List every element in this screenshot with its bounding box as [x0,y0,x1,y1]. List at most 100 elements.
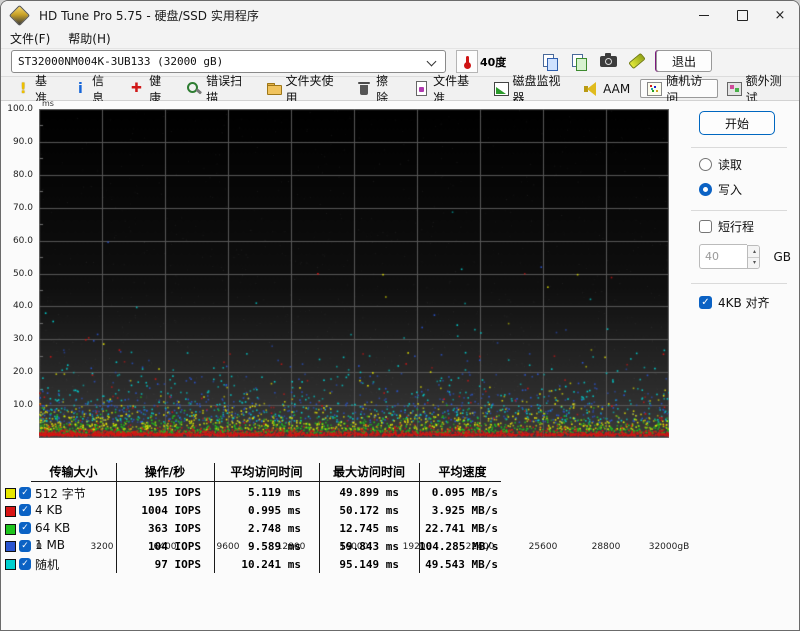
capacity-input[interactable] [699,244,747,269]
camera-icon [599,52,617,67]
series-checkbox[interactable]: ✓ [19,504,31,517]
table-row: ✓ 随机 97 IOPS 10.241 ms 95.149 ms 49.543 … [1,555,506,573]
avg-speed-value: 3.925 MB/s [431,504,498,518]
access-time-scatter-plot [39,109,669,438]
copy-color-icon [572,53,587,71]
col-ops-per-sec: 操作/秒 [144,464,186,479]
close-button[interactable]: × [761,1,799,29]
separator [691,283,787,284]
series-checkbox[interactable]: ✓ [19,539,31,552]
drive-selector-dropdown[interactable]: ST32000NM004K-3UB133 (32000 gB) [11,50,446,73]
max-access-value: 49.899 ms [339,486,399,500]
write-radio-label: 写入 [718,183,743,197]
scatter-icon [646,81,663,96]
info-icon [72,81,88,97]
ops-value: 97 IOPS [154,557,201,571]
minimize-button[interactable] [685,1,723,29]
exit-button[interactable]: 退出 [656,50,712,72]
col-transfer-size: 传输大小 [49,464,98,479]
col-max-access-time: 最大访问时间 [332,464,405,479]
read-radio[interactable] [699,158,712,171]
y-tick-label: 20.0 [12,367,33,378]
exclamation-icon [15,81,31,97]
spin-up-button[interactable]: ▴ [748,245,760,257]
table-row: ✓ 512 字节 195 IOPS 5.119 ms 49.899 ms 0.0… [1,484,506,502]
avg-access-value: 2.748 ms [248,521,301,535]
x-tick-label: 25600 [528,542,558,552]
avg-speed-value: 22.741 MB/s [425,521,498,535]
copy-button[interactable] [539,51,561,72]
tab-aam[interactable]: AAM [577,79,638,98]
tab-random-access[interactable]: 随机访问 [640,74,718,105]
table-row: ✓ 1 MB 104 IOPS 9.589 ms 59.843 ms 104.2… [1,537,506,555]
series-checkbox[interactable]: ✓ [19,557,31,570]
x-tick-label: 32000gB [648,542,690,552]
maximize-button[interactable] [723,1,761,29]
tab-bar: 基准 信息 健康 错误扫描 文件夹使用 擦除 文件基准 磁盘监视器 AAM 随机… [1,74,799,105]
series-color-swatch [5,488,16,499]
health-cross-icon [129,81,145,96]
transfer-size-label: 512 字节 [35,487,86,501]
drive-name: ST32000NM004K-3UB133 (32000 gB) [18,55,224,68]
series-color-swatch [5,559,16,571]
tab-file-benchmark[interactable]: 文件基准 [407,74,484,105]
avg-speed-value: 104.285 MB/s [419,539,499,553]
separator [691,147,787,148]
maximize-icon [736,9,748,21]
copy-color-button[interactable] [568,51,590,72]
speaker-icon [583,81,599,96]
magnifier-icon [186,81,202,96]
chart-icon [493,81,509,96]
tab-extra-tests[interactable]: 额外测试 [720,74,797,105]
4kb-align-label: 4KB 对齐 [718,296,770,310]
start-button[interactable]: 开始 [699,111,775,135]
save-button[interactable] [626,51,648,72]
chevron-down-icon [426,56,437,67]
separator [691,210,787,211]
results-table: 传输大小 操作/秒 平均访问时间 最大访问时间 平均速度 ✓ 512 字节 19… [1,461,506,573]
series-checkbox[interactable]: ✓ [19,486,31,499]
series-color-swatch [5,505,16,517]
series-color-swatch [5,523,16,535]
ops-value: 195 IOPS [148,486,201,500]
tab-erase[interactable]: 擦除 [350,74,405,105]
tab-health[interactable]: 健康 [123,74,178,105]
avg-access-value: 0.995 ms [248,504,301,518]
capacity-unit-label: GB [773,249,791,264]
avg-access-value: 9.589 ms [248,539,301,553]
read-radio-label: 读取 [718,158,743,172]
tab-info[interactable]: 信息 [66,74,121,105]
4kb-align-checkbox[interactable]: ✓ [699,296,712,309]
y-tick-label: 50.0 [12,268,33,279]
tab-benchmark[interactable]: 基准 [9,74,64,105]
y-tick-label: 40.0 [12,301,33,312]
write-radio[interactable] [699,183,712,196]
transfer-size-label: 4 KB [35,502,63,517]
close-icon: × [774,7,786,23]
test-control-panel: 开始 读取 写入 短行程 ▴ ▾ GB [691,107,791,311]
y-tick-label: 100.0 [7,104,33,114]
trash-icon [356,81,372,96]
short-stroke-checkbox[interactable] [699,220,712,233]
y-tick-label: 10.0 [12,400,33,411]
menu-bar: 文件(F) 帮助(H) [1,29,799,49]
transfer-size-label: 1 MB [35,538,66,553]
tab-disk-monitor[interactable]: 磁盘监视器 [487,74,576,105]
results-table-header: 传输大小 操作/秒 平均访问时间 最大访问时间 平均速度 [1,461,506,481]
tab-folder-usage[interactable]: 文件夹使用 [260,74,349,105]
col-avg-speed: 平均速度 [438,464,487,479]
tab-label: AAM [603,81,631,96]
extra-tests-icon [726,81,742,96]
folder-icon [266,81,282,96]
menu-file[interactable]: 文件(F) [1,30,59,47]
series-checkbox[interactable]: ✓ [19,522,31,535]
tab-error-scan[interactable]: 错误扫描 [180,74,257,105]
spin-down-button[interactable]: ▾ [748,256,760,268]
temperature-value: 40度 [480,56,507,69]
x-tick-label: 28800 [591,542,621,552]
app-icon [8,4,31,26]
max-access-value: 50.172 ms [339,504,399,518]
temperature-indicator [456,50,478,73]
menu-help[interactable]: 帮助(H) [59,30,119,47]
screenshot-button[interactable] [597,51,619,72]
